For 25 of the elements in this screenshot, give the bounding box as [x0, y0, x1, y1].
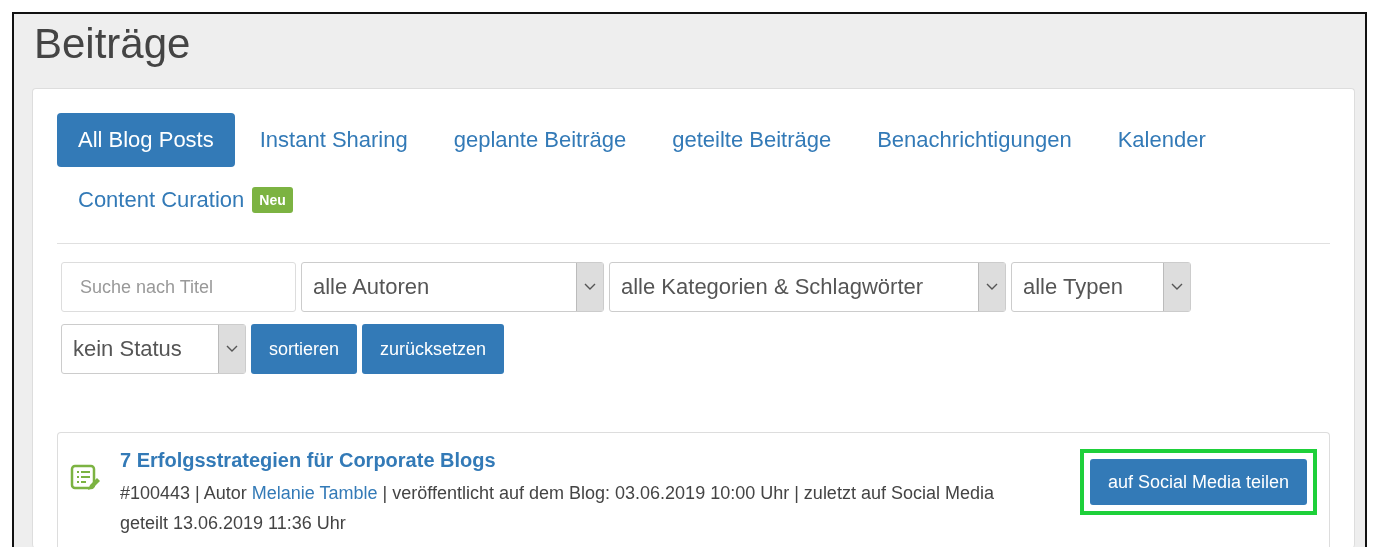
caret-icon — [1163, 263, 1190, 311]
dropdown[interactable]: alle Typen — [1011, 262, 1191, 312]
author-link[interactable]: Melanie Tamble — [251, 483, 378, 503]
filter-button[interactable]: sortieren — [251, 324, 358, 374]
tab[interactable]: geteilte Beiträge — [651, 113, 853, 167]
tab[interactable]: Benachrichtigungen — [856, 113, 1093, 167]
caret-icon — [978, 263, 1005, 311]
dropdown[interactable]: kein Status — [61, 324, 246, 374]
filter-button[interactable]: zurücksetzen — [362, 324, 505, 374]
share-button[interactable]: auf Social Media teilen — [1089, 459, 1307, 505]
tab[interactable]: Content Curation — [57, 173, 245, 227]
tab[interactable]: Instant Sharing — [238, 113, 429, 167]
tab[interactable]: Kalender — [1096, 113, 1227, 167]
new-badge: Neu — [252, 187, 293, 213]
post-title-link[interactable]: 7 Erfolgsstrategien für Corporate Blogs — [120, 449, 496, 471]
post-meta: #100443 | Autor Melanie Tamble | veröffentlicht auf dem Blog: 03.06.2019 10:00 Uhr | zuletzt auf Social Media geteilt 13.06.2019 11:36 Uhr — [120, 482, 995, 535]
document-edit-icon — [70, 463, 100, 493]
tab[interactable]: All Blog Posts — [57, 113, 235, 167]
dropdown[interactable]: alle Kategorien & Schlagwörter — [609, 262, 1006, 312]
caret-icon — [218, 325, 245, 373]
caret-icon — [576, 263, 603, 311]
page-title: Beiträge — [34, 20, 192, 68]
tab[interactable]: geplante Beiträge — [432, 113, 648, 167]
dropdown[interactable]: alle Autoren — [301, 262, 604, 312]
search-field[interactable]: Suche nach Titel — [61, 262, 296, 312]
